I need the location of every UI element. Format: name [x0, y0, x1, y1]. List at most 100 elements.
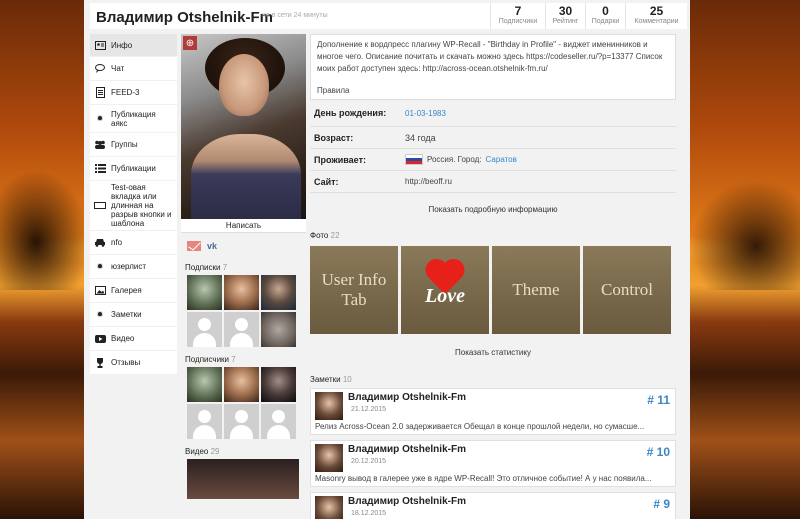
- subscribers-grid: [181, 367, 306, 439]
- tab-label: Заметки: [111, 310, 142, 319]
- notes-title: Заметки 10: [310, 357, 680, 388]
- birthday-row: День рождения: 01-03-1983: [310, 100, 676, 127]
- lives-city[interactable]: Саратов: [486, 155, 517, 164]
- tab-test-long[interactable]: Test-овая вкладка или длинная на разрыв …: [90, 181, 177, 231]
- tab-label: nfo: [111, 238, 123, 247]
- list-icon: [94, 164, 106, 174]
- tab-gallery[interactable]: Галерея: [90, 279, 177, 303]
- note-author[interactable]: Владимир Otshelnik-Fm: [348, 444, 466, 455]
- note-card[interactable]: Владимир Otshelnik-Fm 20.12.2015 # 10 Ma…: [310, 440, 676, 487]
- stat-subscribers[interactable]: 7 Подписчики: [490, 3, 545, 29]
- trophy-icon: [94, 357, 106, 368]
- tab-nfo[interactable]: nfo: [90, 231, 177, 255]
- avatar[interactable]: [315, 496, 343, 519]
- profile-header: Владимир Otshelnik-Fm не в сети 24 минут…: [90, 3, 687, 29]
- tab-label: Видео: [111, 334, 135, 343]
- tab-userlist[interactable]: ✹ юзерлист: [90, 255, 177, 279]
- tab-groups[interactable]: Группы: [90, 133, 177, 157]
- stat-label: Рейтинг: [552, 18, 579, 25]
- user-thumb[interactable]: [224, 367, 259, 402]
- note-number[interactable]: # 11: [647, 393, 670, 407]
- birthday-value[interactable]: 01-03-1983: [405, 109, 446, 118]
- vk-icon[interactable]: vk: [207, 241, 217, 251]
- subscribers-title: Подписчики 7: [181, 347, 306, 367]
- show-details-link[interactable]: Показать подробную информацию: [310, 205, 676, 214]
- write-message-button[interactable]: Написать: [181, 219, 306, 233]
- rectangle-icon: [94, 201, 106, 211]
- user-thumb[interactable]: [224, 312, 259, 347]
- tab-feed[interactable]: FEED-3: [90, 81, 177, 105]
- tab-label: Публикации: [111, 164, 156, 173]
- russia-flag-icon: [405, 154, 423, 165]
- zoom-icon[interactable]: ⊕: [183, 36, 197, 50]
- user-thumb[interactable]: [261, 312, 296, 347]
- tab-reviews[interactable]: Отзывы: [90, 351, 177, 375]
- user-thumb[interactable]: [187, 404, 222, 439]
- stat-rating[interactable]: 30 Рейтинг: [545, 3, 585, 29]
- user-thumb[interactable]: [187, 367, 222, 402]
- profile-avatar[interactable]: ⊕: [181, 34, 306, 219]
- user-thumb[interactable]: [187, 312, 222, 347]
- subscriptions-title: Подписки 7: [181, 257, 306, 275]
- stat-gifts[interactable]: 0 Подарки: [585, 3, 625, 29]
- note-author[interactable]: Владимир Otshelnik-Fm: [348, 392, 466, 403]
- note-card[interactable]: Владимир Otshelnik-Fm 18.12.2015 # 9: [310, 492, 676, 519]
- video-preview[interactable]: [187, 459, 299, 499]
- note-date: 18.12.2015: [351, 510, 387, 517]
- stat-value: 30: [558, 4, 573, 18]
- user-thumb[interactable]: [261, 275, 296, 310]
- avatar[interactable]: [315, 444, 343, 472]
- online-status: не в сети 24 минуты: [262, 12, 328, 19]
- photos-label: Фото: [310, 231, 329, 240]
- about-text: Дополнение к вордпресс плагину WP-Recall…: [317, 40, 663, 73]
- profile-sidebar: ⊕ Написать vk Подписки 7 Подписчики 7 Ви…: [181, 34, 306, 499]
- mail-icon[interactable]: [187, 241, 201, 251]
- stat-label: Подписчики: [498, 18, 538, 25]
- photo-thumb[interactable]: User Info Tab: [310, 246, 398, 334]
- lives-row: Проживает: Россия. Город: Саратов: [310, 149, 676, 171]
- subscriptions-grid: [181, 275, 306, 347]
- photo-thumb[interactable]: Theme: [492, 246, 580, 334]
- photo-thumb[interactable]: Love: [401, 246, 489, 334]
- site-value[interactable]: http://beoff.ru: [405, 177, 452, 186]
- tab-label: юзерлист: [111, 262, 147, 271]
- social-links: vk: [181, 235, 306, 257]
- tab-chat[interactable]: Чат: [90, 57, 177, 81]
- stat-value: 0: [602, 4, 609, 18]
- photo-thumb[interactable]: Control: [583, 246, 671, 334]
- site-label: Сайт:: [314, 176, 339, 187]
- tab-video[interactable]: Видео: [90, 327, 177, 351]
- notes-count: 10: [342, 375, 352, 384]
- user-thumb[interactable]: [224, 275, 259, 310]
- user-thumb[interactable]: [187, 275, 222, 310]
- video-title: Видео 29: [181, 439, 306, 459]
- gear-icon: ✹: [96, 114, 104, 123]
- age-value: 34 года: [405, 132, 436, 143]
- note-card[interactable]: Владимир Otshelnik-Fm 21.12.2015 # 11 Ре…: [310, 388, 676, 435]
- tab-publications[interactable]: Публикации: [90, 157, 177, 181]
- user-thumb[interactable]: [261, 367, 296, 402]
- rules-link[interactable]: Правила: [317, 85, 669, 97]
- note-number[interactable]: # 10: [647, 445, 670, 459]
- tab-label: Публикация аякс: [111, 109, 156, 128]
- user-card-icon: [94, 40, 106, 50]
- video-label: Видео: [185, 447, 209, 456]
- tab-publication-ajax[interactable]: ✹ Публикация аякс: [90, 105, 177, 133]
- stat-value: 7: [514, 4, 522, 18]
- tab-notes[interactable]: ✹ Заметки: [90, 303, 177, 327]
- user-thumb[interactable]: [261, 404, 296, 439]
- profile-page: Владимир Otshelnik-Fm не в сети 24 минут…: [84, 0, 690, 519]
- tab-label: Отзывы: [111, 358, 141, 367]
- tab-info[interactable]: Инфо: [90, 34, 177, 57]
- note-author[interactable]: Владимир Otshelnik-Fm: [348, 496, 466, 507]
- show-stats-link[interactable]: Показать статистику: [310, 348, 676, 357]
- user-thumb[interactable]: [224, 404, 259, 439]
- stat-value: 25: [649, 4, 664, 18]
- stat-comments[interactable]: 25 Комментарии: [625, 3, 687, 29]
- note-number[interactable]: # 9: [653, 497, 670, 511]
- avatar[interactable]: [315, 392, 343, 420]
- site-row: Сайт: http://beoff.ru: [310, 171, 676, 193]
- subscriptions-label: Подписки: [185, 263, 221, 272]
- profile-username[interactable]: Владимир Otshelnik-Fm: [96, 9, 273, 26]
- subscribers-label: Подписчики: [185, 355, 230, 364]
